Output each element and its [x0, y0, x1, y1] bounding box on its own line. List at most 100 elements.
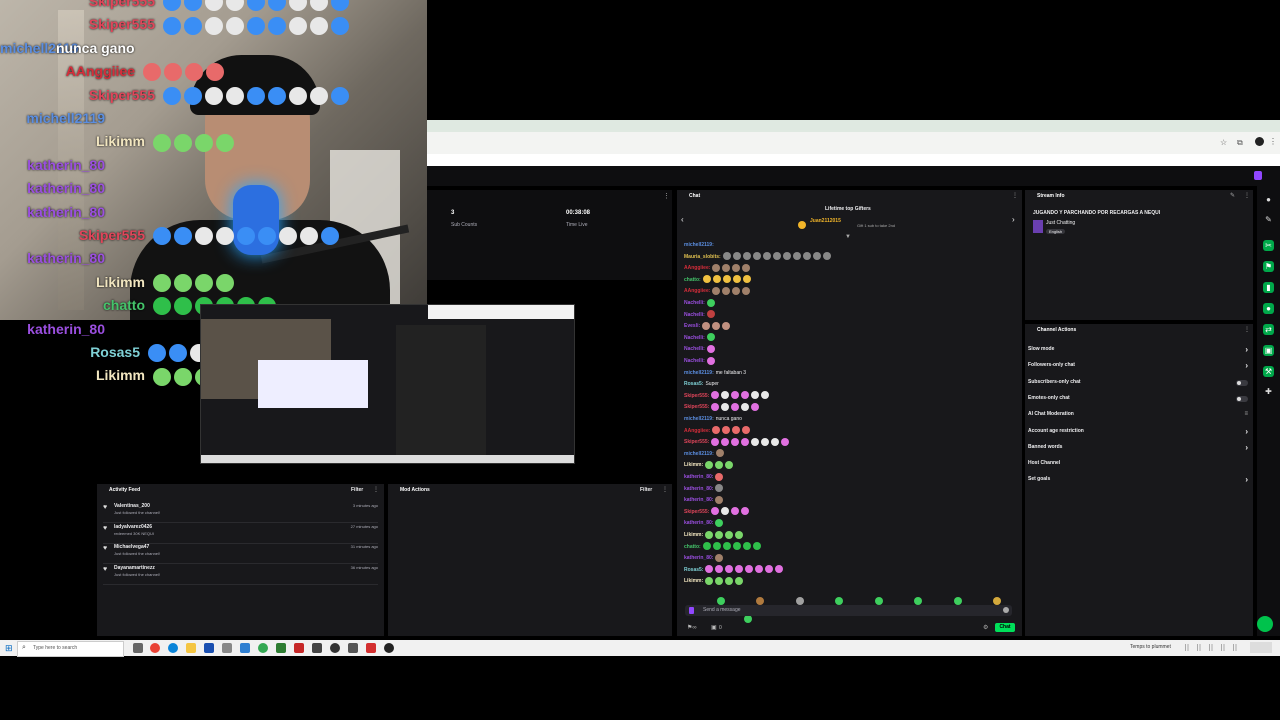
tools-icon[interactable]: ⚒	[1263, 366, 1274, 377]
chat-message[interactable]: Nachelli:	[684, 310, 715, 321]
channel-action-row[interactable]: Followers-only chat ›	[1028, 361, 1248, 376]
app-icon[interactable]	[348, 643, 358, 653]
chat-message[interactable]: Evesli:	[684, 321, 731, 332]
emote-icon[interactable]	[953, 596, 962, 605]
stats-menu-icon[interactable]: ⋮	[663, 192, 670, 200]
chat-username[interactable]: Mauria_slobits:	[684, 254, 721, 260]
pencil-icon[interactable]: ✎	[1263, 214, 1274, 225]
chat-menu-icon[interactable]: ⋮	[1012, 192, 1018, 199]
mail-icon[interactable]	[240, 643, 250, 653]
chat-username[interactable]: michell2119:	[684, 242, 714, 248]
menu-icon[interactable]: ⋮	[1269, 137, 1277, 146]
activity-item[interactable]: ♥ Dayanamartinezz Just followed the channe…	[103, 564, 378, 585]
chat-username[interactable]: chatto:	[684, 544, 701, 550]
chat-message[interactable]: AAnggiiee:	[684, 286, 751, 297]
chat-username[interactable]: Nachelli:	[684, 358, 705, 364]
chat-message[interactable]: katherin_80:	[684, 518, 724, 529]
chat-message[interactable]: AAnggiiee:	[684, 426, 751, 437]
chat-username[interactable]: michell2119:	[684, 370, 714, 376]
chat-username[interactable]: Skiper555:	[684, 439, 709, 445]
chat-send-button[interactable]: Chat	[995, 623, 1015, 632]
chat-message[interactable]: Nachelli:	[684, 333, 715, 344]
language-tag[interactable]: English	[1046, 229, 1066, 234]
emote-picker-icon[interactable]	[1003, 607, 1009, 613]
chat-message[interactable]: Nachelli:	[684, 298, 715, 309]
chat-message[interactable]: Skiper555:	[684, 391, 770, 402]
chat-username[interactable]: Rosas5:	[684, 381, 703, 387]
extensions-icon[interactable]: ⧉	[1237, 138, 1243, 148]
twitch-logo-icon[interactable]	[1254, 171, 1262, 180]
channel-action-row[interactable]: Account age restriction ›	[1028, 427, 1248, 442]
stream-info-menu-icon[interactable]: ⋮	[1244, 192, 1250, 199]
chat-message[interactable]: Mauria_slobits:	[684, 252, 831, 263]
chat-username[interactable]: AAnggiiee:	[684, 288, 710, 294]
bits-icon[interactable]: ⚑∞	[687, 624, 697, 631]
chat-username[interactable]: katherin_80:	[684, 555, 713, 561]
chat-message[interactable]: Rosas5:	[684, 565, 784, 576]
weather-widget[interactable]: Temps to plummet	[1130, 644, 1171, 650]
chat-message[interactable]: Skiper555:	[684, 437, 790, 448]
profile-icon[interactable]	[1255, 137, 1264, 146]
store-icon[interactable]	[204, 643, 214, 653]
chat-username[interactable]: michell2119:	[684, 416, 714, 422]
activity-item[interactable]: ♥ Michaelvega47 Just followed the channel!…	[103, 543, 378, 564]
chat-username[interactable]: katherin_80:	[684, 520, 713, 526]
settings-icon[interactable]: ≡	[1244, 411, 1248, 417]
chat-username[interactable]: AAnggiiee:	[684, 265, 710, 271]
chevron-right-icon[interactable]: ›	[1245, 443, 1248, 452]
app-icon[interactable]	[294, 643, 304, 653]
activity-menu-icon[interactable]: ⋮	[373, 486, 379, 493]
chat-username[interactable]: Nachelli:	[684, 300, 705, 306]
chat-bubble-icon[interactable]: ●	[1263, 303, 1274, 314]
chat-username[interactable]: Likimm:	[684, 532, 703, 538]
app-icon[interactable]	[222, 643, 232, 653]
system-tray[interactable]	[1185, 644, 1245, 651]
toggle-switch[interactable]	[1236, 395, 1248, 402]
channel-actions-menu-icon[interactable]: ⋮	[1244, 326, 1250, 333]
chat-message[interactable]: michell2119:	[684, 449, 724, 460]
chat-message[interactable]: chatto:	[684, 275, 751, 286]
chat-username[interactable]: katherin_80:	[684, 486, 713, 492]
channel-action-row[interactable]: Banned words ›	[1028, 443, 1248, 458]
toggle-switch[interactable]	[1236, 379, 1248, 386]
chat-message[interactable]: chatto:	[684, 542, 761, 553]
chat-username[interactable]: katherin_80:	[684, 474, 713, 480]
activity-item[interactable]: ♥ ladyalvarez0426 redeemed 30K NEQUI 27 min…	[103, 523, 378, 544]
activity-username[interactable]: Valentinas_200	[114, 503, 150, 509]
channel-points-icon[interactable]: ▣	[711, 624, 717, 631]
chat-username[interactable]: katherin_80:	[684, 497, 713, 503]
chat-username[interactable]: Nachelli:	[684, 312, 705, 318]
emote-icon[interactable]	[717, 596, 725, 605]
chat-message[interactable]: Rosas5: Super	[684, 379, 719, 390]
ad-icon[interactable]: ▮	[1263, 282, 1274, 293]
app-icon[interactable]	[366, 643, 376, 653]
emote-icon[interactable]	[874, 596, 883, 605]
chat-username[interactable]: Evesli:	[684, 323, 700, 329]
chat-message[interactable]: AAnggiiee:	[684, 263, 751, 274]
emote-icon[interactable]	[795, 596, 804, 605]
activity-item[interactable]: ♥ Valentinas_200 Just followed the channel…	[103, 502, 378, 523]
edit-icon[interactable]: ✎	[1230, 192, 1235, 199]
chat-message[interactable]: Skiper555:	[684, 402, 760, 413]
chat-username[interactable]: Skiper555:	[684, 393, 709, 399]
activity-username[interactable]: ladyalvarez0426	[114, 524, 152, 530]
chat-message[interactable]: Likimm:	[684, 460, 734, 471]
channel-action-row[interactable]: Set goals ›	[1028, 475, 1248, 490]
windows-start-icon[interactable]: ⊞	[5, 643, 13, 654]
browser-address-bar[interactable]: ☆ ⧉ ⋮	[427, 132, 1280, 155]
taskbar-search[interactable]: ⌕ Type here to search	[17, 641, 124, 657]
edge-icon[interactable]	[168, 643, 178, 653]
top-gifter-name[interactable]: Juan2112015	[810, 218, 841, 224]
channel-action-row[interactable]: Host Channel	[1028, 460, 1248, 474]
chat-username[interactable]: Nachelli:	[684, 335, 705, 341]
chat-settings-icon[interactable]: ⚙	[983, 624, 988, 631]
marker-icon[interactable]: ⚑	[1263, 261, 1274, 272]
mod-filter-button[interactable]: Filter	[640, 487, 652, 493]
chevron-left-icon[interactable]: ‹	[681, 215, 684, 224]
chat-message[interactable]: Likimm:	[684, 530, 744, 541]
emote-icon[interactable]	[993, 596, 1002, 605]
chat-username[interactable]: Rosas5:	[684, 567, 703, 573]
raid-icon[interactable]: ⇄	[1263, 324, 1274, 335]
chat-message[interactable]: michell2119: me faltaban 3	[684, 368, 746, 379]
chat-username[interactable]: chatto:	[684, 277, 701, 283]
